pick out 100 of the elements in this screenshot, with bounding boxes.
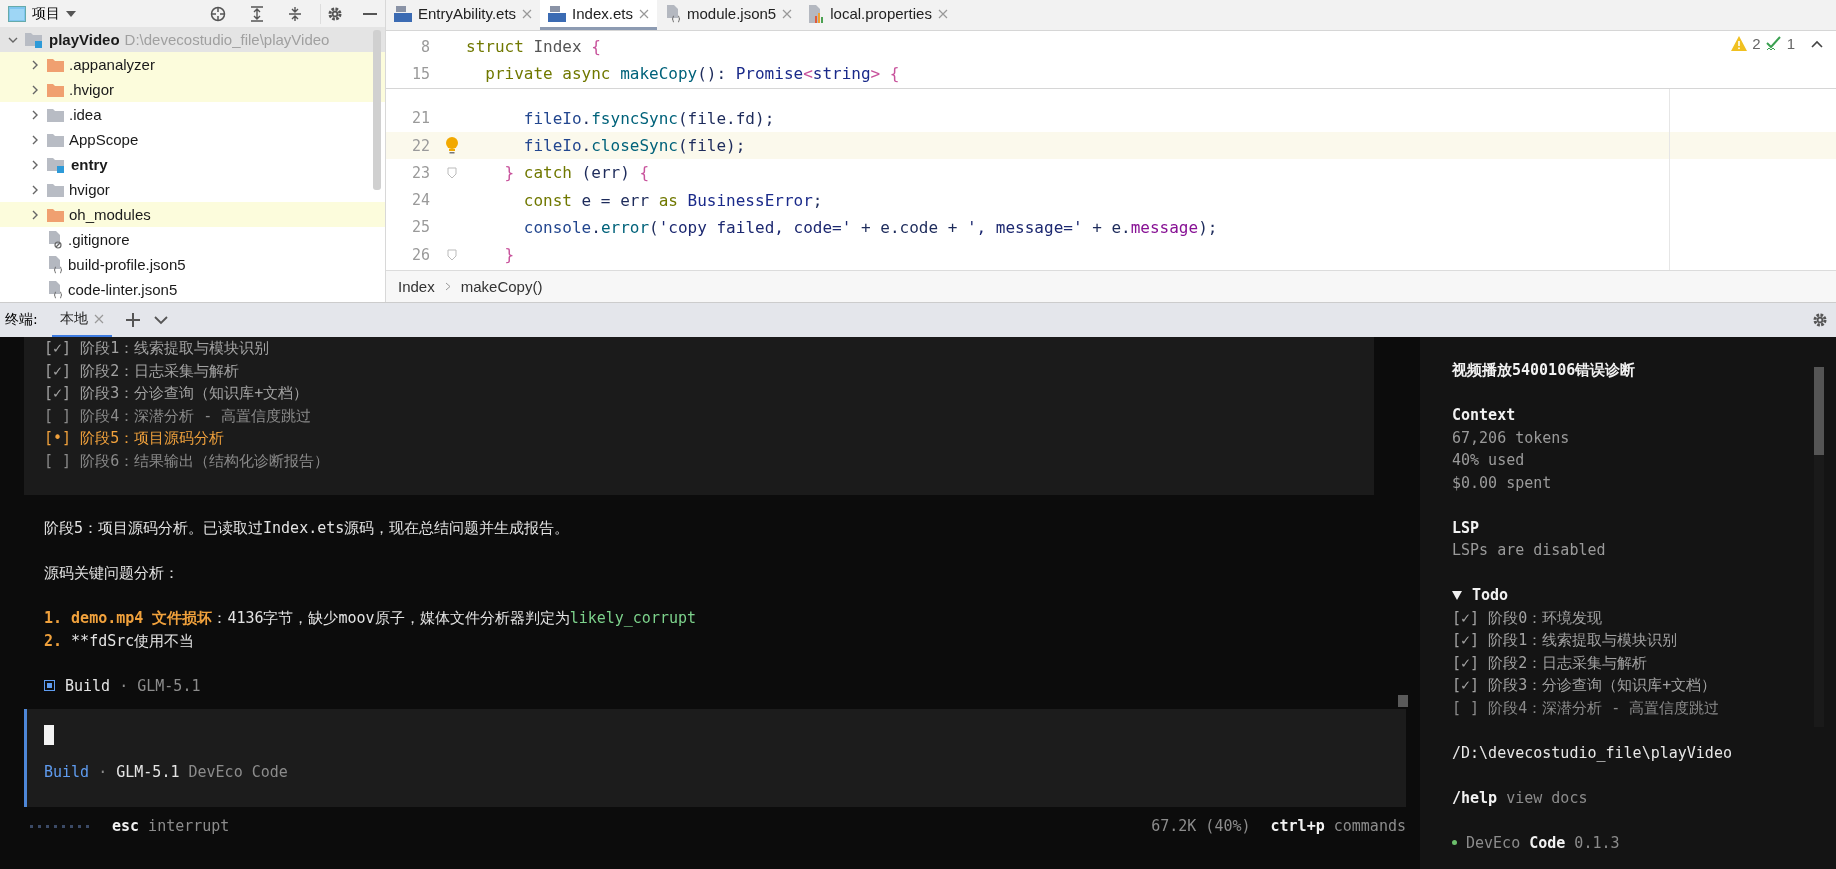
line-number: 26: [410, 245, 431, 264]
terminal-label: 终端:: [5, 311, 38, 329]
section-heading: Context: [1452, 405, 1517, 426]
version-label: DevEco Code 0.1.3: [1466, 832, 1620, 854]
context-stat: 67,206 tokens: [1452, 427, 1571, 449]
section-heading: Todo: [1472, 585, 1509, 606]
model-label: Build · GLM-5.1 DevEco Code: [44, 762, 289, 783]
settings-icon[interactable]: [1812, 312, 1828, 328]
code-text: struct Index {: [466, 37, 601, 57]
folder-icon: [47, 57, 64, 72]
code-text: fileIo.fsyncSync(file.fd);: [522, 108, 775, 128]
close-tab-icon[interactable]: [937, 8, 948, 19]
collapse-all-icon[interactable]: [288, 5, 302, 22]
tree-item[interactable]: hvigor: [0, 177, 385, 202]
editor-tab[interactable]: EntryAbility.ets: [386, 0, 541, 30]
session-title: 视频播放5400106错误诊断: [1452, 360, 1637, 381]
add-icon[interactable]: [125, 313, 140, 327]
item-name: .hvigor: [69, 81, 115, 98]
todo-item: [✓] 阶段1：线索提取与模块识别: [44, 338, 271, 359]
progress-dots-icon: [30, 824, 92, 828]
folder-icon: [47, 182, 64, 197]
tree-item[interactable]: .hvigor: [0, 77, 385, 102]
todo-item: [✓] 阶段1：线索提取与模块识别: [1452, 630, 1679, 651]
help-hint: /help view docs: [1452, 787, 1589, 809]
chevron-up-icon[interactable]: [1810, 38, 1824, 49]
shortcut-hint: esc interrupt: [112, 817, 230, 835]
status-dot-icon: [1452, 840, 1457, 846]
ets-file-icon: [394, 5, 412, 22]
token-usage: 67.2K (40%): [1151, 817, 1251, 835]
message-line: 2. **fdSrc使用不当: [44, 630, 196, 652]
todo-item: [ ] 阶段4：深潜分析 - 高置信度跳过: [44, 405, 313, 427]
close-tab-icon[interactable]: [522, 8, 533, 19]
scrollbar[interactable]: [1398, 695, 1408, 707]
folder-icon: [47, 207, 64, 222]
bar-chart-file-icon: [808, 4, 825, 23]
chevron-right-icon: [444, 282, 451, 291]
triangle-down-icon[interactable]: [1452, 590, 1462, 601]
panel-title: 项目: [32, 4, 60, 23]
json-file-icon: [664, 4, 681, 23]
item-name: build-profile.json5: [68, 256, 186, 273]
item-name: .gitignore: [68, 231, 130, 248]
item-name: .idea: [69, 106, 102, 123]
code-text: console.error('copy failed, code=' + e.code + ', message=' + e.message);: [522, 217, 1218, 237]
fold-marker-icon[interactable]: [447, 166, 457, 179]
todo-item: [✓] 阶段2：日志采集与解析: [44, 360, 241, 382]
crosshair-icon[interactable]: [210, 5, 226, 22]
todo-item: [✓] 阶段0：环境发现: [1452, 607, 1604, 629]
tree-item[interactable]: .gitignore: [0, 227, 385, 252]
tree-item[interactable]: AppScope: [0, 127, 385, 152]
shortcut-hint: ctrl+p commands: [1270, 817, 1406, 835]
message-line: 源码关键问题分析：: [44, 563, 180, 584]
line-number: 21: [410, 109, 431, 128]
code-text: const e = err as BusinessError;: [522, 190, 823, 210]
tree-item[interactable]: .appanalyzer: [0, 52, 385, 77]
tree-item[interactable]: playVideo D:\devecostudio_file\playVideo: [0, 27, 385, 52]
prompt-input[interactable]: Build · GLM-5.1 DevEco Code: [24, 709, 1406, 807]
chevron-down-icon[interactable]: [153, 315, 168, 325]
close-tab-icon[interactable]: [638, 8, 649, 19]
code-text: private async makeCopy(): Promise<string> {: [484, 64, 900, 84]
line-number: 8: [419, 37, 431, 56]
context-stat: $0.00 spent: [1452, 472, 1553, 494]
close-tab-icon[interactable]: [782, 8, 793, 19]
folder-icon: [47, 107, 64, 122]
todo-item: [✓] 阶段3：分诊查询（知识库+文档）: [1452, 675, 1718, 696]
editor-tab[interactable]: Index.ets: [540, 0, 657, 30]
tree-item[interactable]: entry: [0, 152, 385, 177]
scrollbar-thumb[interactable]: [1814, 367, 1824, 455]
line-number: 23: [410, 163, 431, 182]
expand-all-icon[interactable]: [250, 5, 264, 22]
settings-icon[interactable]: [327, 5, 343, 22]
message-line: 阶段5：项目源码分析。已读取过Index.ets源码，现在总结问题并生成报告。: [44, 518, 571, 539]
agent-label: Build · GLM-5.1: [65, 675, 201, 697]
project-path: /D:\devecostudio_file\playVideo: [1452, 742, 1733, 764]
line-number: 15: [410, 64, 431, 83]
editor-tab[interactable]: local.properties: [800, 0, 956, 30]
breadcrumb-item[interactable]: makeCopy(): [460, 278, 543, 295]
json-file-icon: [47, 255, 63, 274]
todo-item: [✓] 阶段2：日志采集与解析: [1452, 652, 1649, 674]
tree-item[interactable]: .idea: [0, 102, 385, 127]
window-icon: [8, 5, 26, 22]
editor-tab[interactable]: module.json5: [656, 0, 801, 30]
text-cursor: [44, 725, 54, 745]
section-heading: LSP: [1452, 517, 1481, 539]
check-icon[interactable]: [1765, 35, 1782, 52]
fold-marker-icon[interactable]: [447, 248, 457, 261]
tree-item[interactable]: build-profile.json5: [0, 252, 385, 277]
message-line: 1. demo.mp4 文件损坏：4136字节，缺少moov原子，媒体文件分析器判定为likely_corrupt: [44, 608, 698, 629]
scrollbar[interactable]: [373, 30, 381, 190]
todo-item: [•] 阶段5：项目源码分析: [44, 428, 226, 449]
lsp-status: LSPs are disabled: [1452, 540, 1607, 561]
tree-item[interactable]: oh_modules: [0, 202, 385, 227]
tree-item[interactable]: code-linter.json5: [0, 277, 385, 302]
warning-count: 2: [1752, 35, 1761, 52]
breadcrumb-item[interactable]: Index: [398, 278, 435, 295]
folder-icon: [47, 82, 64, 97]
dropdown-icon[interactable]: [66, 10, 76, 17]
code-text: fileIo.closeSync(file);: [522, 136, 746, 156]
context-stat: 40% used: [1452, 450, 1526, 471]
item-name: code-linter.json5: [68, 281, 178, 298]
item-name: AppScope: [69, 131, 139, 148]
